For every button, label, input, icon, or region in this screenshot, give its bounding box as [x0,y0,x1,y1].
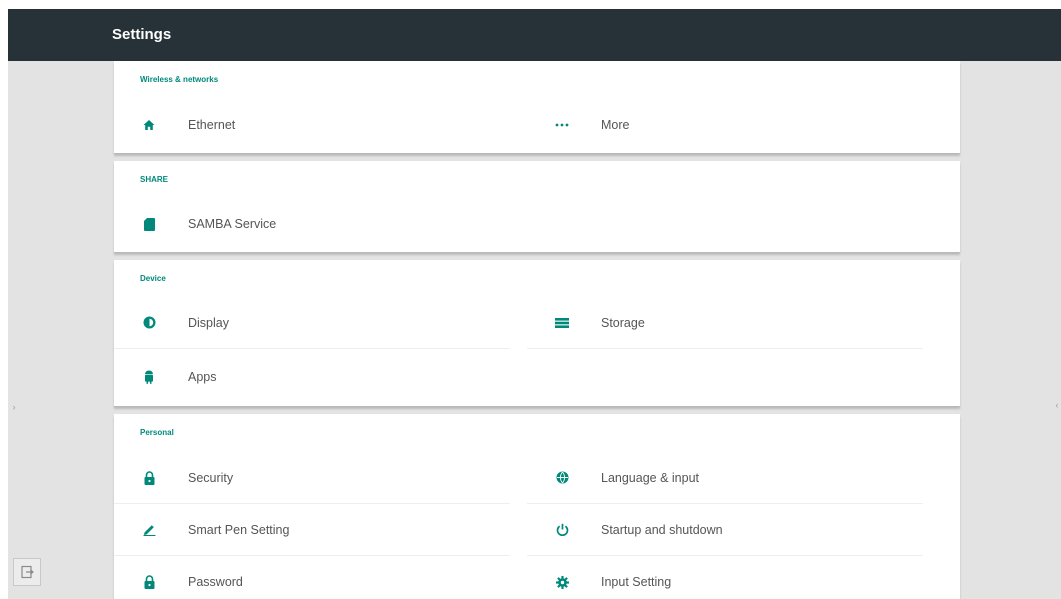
settings-item-input-setting[interactable]: Input Setting [527,556,923,599]
section-wireless-networks: Wireless & networks Ethernet More [114,61,960,153]
globe-icon [553,469,571,487]
android-icon [140,368,158,386]
settings-item-display[interactable]: Display [114,297,510,349]
lock-icon [140,573,158,591]
section-title: Device [140,274,166,283]
section-share: SHARE SAMBA Service [114,161,960,252]
settings-content: Wireless & networks Ethernet More SHARE [114,61,960,599]
power-icon [553,521,571,539]
section-personal: Personal Security Language & input Smart… [114,414,960,599]
settings-item-label: Startup and shutdown [601,522,723,537]
settings-item-label: Language & input [601,470,700,485]
settings-item-label: More [601,118,630,132]
settings-item-language-input[interactable]: Language & input [527,452,923,504]
home-icon [140,116,158,134]
settings-item-storage[interactable]: Storage [527,297,923,349]
exit-icon [21,565,34,579]
settings-item-security[interactable]: Security [114,452,510,504]
page-title: Settings [112,26,172,43]
brightness-icon [140,314,158,332]
settings-item-label: Apps [188,370,217,384]
left-edge-handle-icon[interactable]: › [10,401,18,413]
section-title: Wireless & networks [140,75,219,84]
settings-item-label: Input Setting [601,575,672,589]
gear-icon [553,573,571,591]
settings-item-apps[interactable]: Apps [114,351,510,403]
settings-item-label: SAMBA Service [188,217,277,231]
settings-window: Settings › ‹ Wireless & networks Etherne… [8,9,1061,599]
settings-item-ethernet[interactable]: Ethernet [114,99,510,151]
settings-item-label: Password [188,575,243,589]
settings-item-samba-service[interactable]: SAMBA Service [114,198,510,250]
settings-item-label: Storage [601,315,645,330]
section-device: Device Display Storage Apps [114,260,960,406]
more-dots-icon [553,116,571,134]
lock-icon [140,469,158,487]
pen-icon [140,521,158,539]
settings-item-label: Ethernet [188,118,236,132]
section-title: Personal [140,428,174,437]
storage-icon [553,314,571,332]
settings-item-more[interactable]: More [527,99,923,151]
settings-item-startup-shutdown[interactable]: Startup and shutdown [527,504,923,556]
section-title: SHARE [140,175,169,184]
exit-button[interactable] [13,558,41,586]
settings-item-label: Display [188,315,229,330]
right-edge-handle-icon[interactable]: ‹ [1053,399,1061,411]
settings-item-label: Security [188,470,234,485]
app-toolbar: Settings [8,9,1061,61]
settings-item-smart-pen-setting[interactable]: Smart Pen Setting [114,504,510,556]
sd-card-icon [140,215,158,233]
settings-item-label: Smart Pen Setting [188,522,290,537]
settings-item-password[interactable]: Password [114,556,510,599]
